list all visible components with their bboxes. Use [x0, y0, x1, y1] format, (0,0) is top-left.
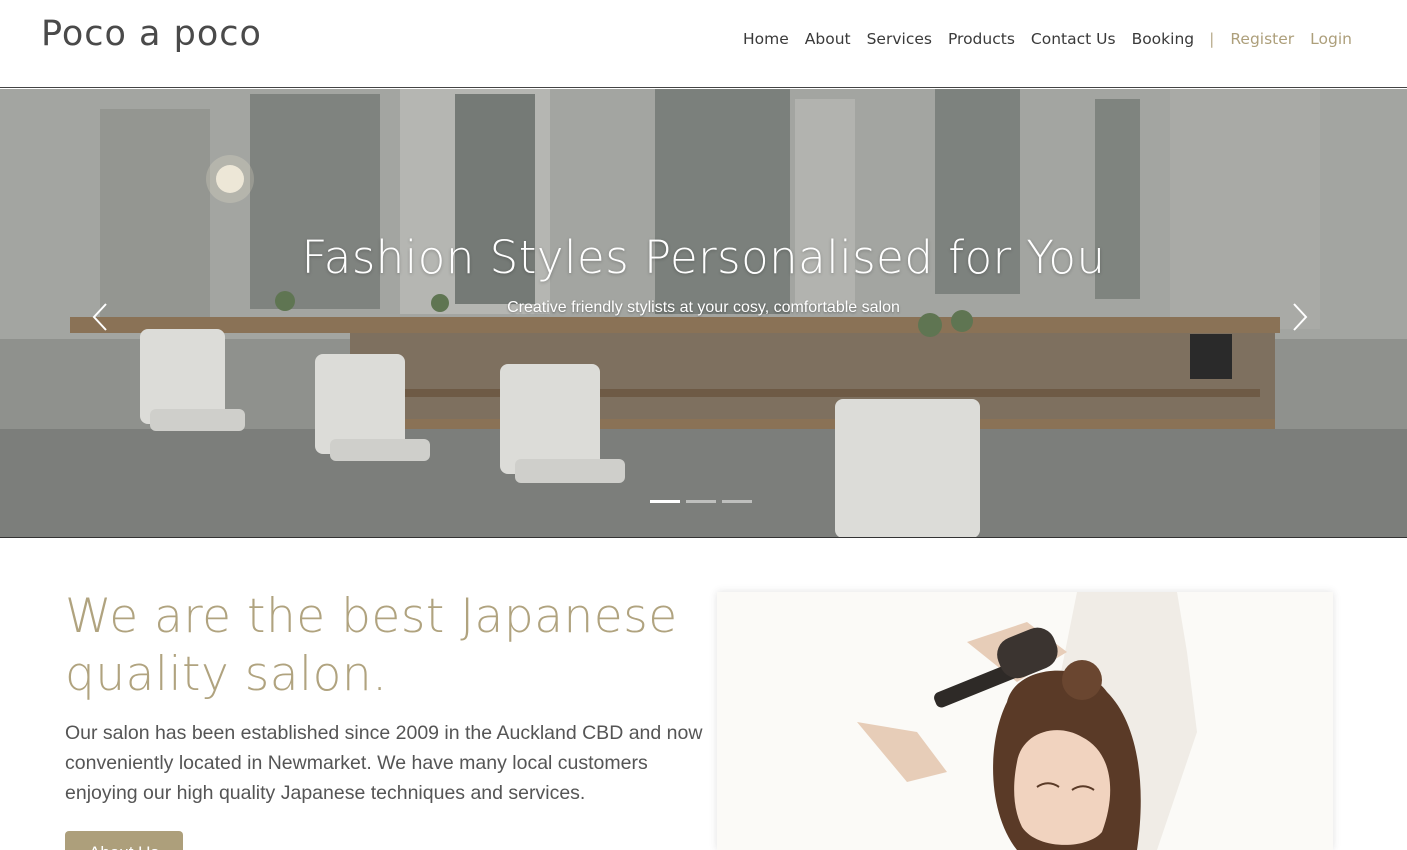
nav-services[interactable]: Services: [867, 30, 932, 48]
chevron-left-icon: [92, 303, 107, 331]
chevron-right-icon: [1293, 303, 1308, 331]
nav-products[interactable]: Products: [948, 30, 1015, 48]
hero-carousel: Fashion Styles Personalised for You Crea…: [0, 89, 1407, 538]
hero-subtitle: Creative friendly stylists at your cosy,…: [507, 299, 900, 316]
nav-login[interactable]: Login: [1310, 30, 1352, 48]
site-header: Poco a poco Home About Services Products…: [0, 0, 1407, 88]
nav-booking[interactable]: Booking: [1132, 30, 1195, 48]
about-heading: We are the best Japanese quality salon.: [65, 589, 678, 702]
nav-separator: |: [1209, 30, 1215, 48]
nav-register[interactable]: Register: [1230, 30, 1294, 48]
main-nav: Home About Services Products Contact Us …: [727, 30, 1352, 48]
hero-title: Fashion Styles Personalised for You: [301, 231, 1106, 284]
carousel-indicator-3[interactable]: [722, 500, 752, 503]
carousel-indicator-1[interactable]: [650, 500, 680, 503]
nav-contact[interactable]: Contact Us: [1031, 30, 1116, 48]
hair-styling-image: [717, 592, 1333, 850]
carousel-prev-button[interactable]: [80, 294, 120, 334]
stylist-photo: [717, 592, 1333, 850]
carousel-next-button[interactable]: [1282, 294, 1322, 334]
nav-about[interactable]: About: [805, 30, 851, 48]
brand-logo[interactable]: Poco a poco: [41, 14, 262, 54]
about-text: Our salon has been established since 200…: [65, 722, 703, 804]
carousel-indicators: [650, 500, 758, 503]
nav-home[interactable]: Home: [743, 30, 789, 48]
about-us-button[interactable]: About Us: [65, 831, 183, 850]
carousel-indicator-2[interactable]: [686, 500, 716, 503]
